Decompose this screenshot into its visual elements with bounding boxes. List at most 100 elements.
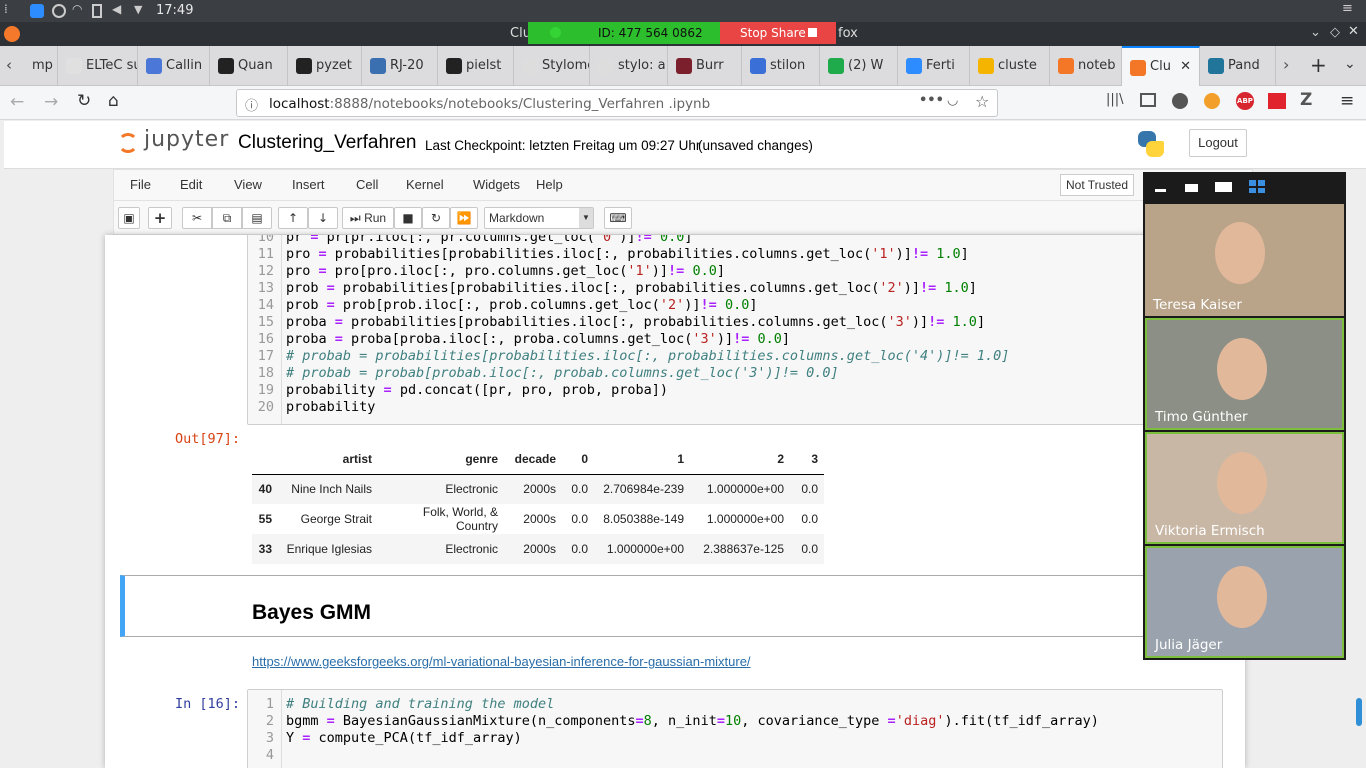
browser-tab[interactable]: Stylomet (514, 46, 590, 86)
line-number: 11 (257, 246, 274, 262)
browser-tab[interactable]: (2) W (820, 46, 898, 86)
tab-scroll-left-icon[interactable]: ‹ (6, 56, 12, 74)
meeting-id-banner[interactable]: ID: 477 564 0862 (528, 22, 720, 44)
code-cell-16[interactable]: 1234 # Building and training the model b… (247, 689, 1223, 768)
table-cell: 0.0 (801, 512, 818, 526)
browser-tab[interactable]: Quan (210, 46, 288, 86)
browser-tab[interactable]: cluste (970, 46, 1050, 86)
browser-tab[interactable]: stilon (742, 46, 820, 86)
jupyter-logo-icon[interactable] (116, 127, 140, 157)
gmm-reference-link[interactable]: https://www.geeksforgeeks.org/ml-variati… (252, 654, 751, 669)
bookmark-star-icon[interactable]: ☆ (975, 92, 989, 111)
library-icon[interactable]: |||\ (1106, 92, 1124, 107)
cut-icon[interactable]: ✂ (182, 207, 212, 229)
stop-share-button[interactable]: Stop Share (720, 22, 836, 44)
browser-tab[interactable]: mp (28, 46, 58, 86)
notebook-name[interactable]: Clustering_Verfahren (238, 132, 417, 154)
code-cell-97[interactable]: 10 11 12 13 14 15 16 17 18 19 20 pr = pr[pr.iloc[:… (247, 235, 1245, 425)
menu-view[interactable]: View (234, 170, 262, 200)
browser-tab[interactable]: Burr (668, 46, 742, 86)
tab-label: (2) W (848, 58, 884, 73)
participant-video[interactable]: Teresa Kaiser (1145, 204, 1344, 316)
browser-tab[interactable]: RJ-20 (362, 46, 438, 86)
tab-scroll-right-icon[interactable]: › (1283, 55, 1289, 74)
menu-edit[interactable]: Edit (180, 170, 202, 200)
forward-icon[interactable]: → (44, 92, 58, 112)
page-scrollbar[interactable] (1356, 698, 1362, 726)
save-icon[interactable]: ▣ (118, 207, 140, 229)
page-actions-icon[interactable]: ••• (919, 93, 944, 108)
tab-label: noteb (1078, 58, 1116, 73)
clipboard-icon[interactable] (92, 4, 102, 18)
reload-icon[interactable]: ↻ (77, 91, 91, 111)
tab-label: Ferti (926, 58, 955, 73)
participant-video[interactable]: Timo Günther (1145, 318, 1344, 430)
menu-cell[interactable]: Cell (356, 170, 378, 200)
info-icon[interactable]: ⓘ (245, 95, 258, 114)
url-bar[interactable]: ⓘ localhost:8888/notebooks/notebooks/Clu… (236, 89, 998, 117)
restart-icon[interactable]: ↻ (422, 207, 450, 229)
browser-tab[interactable]: Pand (1200, 46, 1276, 86)
pocket-icon[interactable]: ◡ (947, 93, 958, 108)
column-header: artist (278, 444, 378, 475)
new-tab-icon[interactable]: + (1310, 53, 1327, 77)
browser-tab[interactable]: noteb (1050, 46, 1122, 86)
translate-icon[interactable] (1268, 93, 1286, 109)
insert-cell-icon[interactable]: + (148, 207, 172, 229)
back-icon[interactable]: ← (10, 92, 24, 112)
close-tab-icon[interactable]: ✕ (1180, 48, 1191, 86)
menu-widgets[interactable]: Widgets (473, 170, 520, 200)
browser-tab[interactable]: Callin (138, 46, 210, 86)
browser-tab[interactable]: ELTeC su (58, 46, 138, 86)
participant-video[interactable]: Julia Jäger (1145, 546, 1344, 658)
menu-insert[interactable]: Insert (292, 170, 325, 200)
menu-kernel[interactable]: Kernel (406, 170, 444, 200)
browser-tab[interactable]: pielst (438, 46, 514, 86)
gallery-small-icon[interactable] (1215, 182, 1232, 192)
minimize-icon[interactable]: ⌄ (1310, 25, 1321, 40)
menu-file[interactable]: File (130, 170, 151, 200)
participant-video[interactable]: Viktoria Ermisch (1145, 432, 1344, 544)
gallery-view-icon[interactable] (1249, 180, 1265, 193)
paste-icon[interactable]: ▤ (242, 207, 272, 229)
run-button[interactable]: ⏭ Run (342, 207, 394, 229)
wifi-icon[interactable]: ◠ (72, 2, 86, 16)
maximize-icon[interactable]: ◇ (1330, 25, 1340, 40)
list-all-tabs-icon[interactable]: ⌄ (1344, 56, 1356, 72)
volume-icon[interactable]: ◀ (112, 2, 126, 16)
interrupt-icon[interactable]: ■ (394, 207, 422, 229)
sidebar-icon[interactable] (1140, 93, 1156, 107)
column-header: decade (504, 444, 562, 475)
jupyter-logo-text[interactable]: jupyter (144, 127, 229, 152)
logout-button[interactable]: Logout (1189, 129, 1247, 157)
not-trusted-button[interactable]: Not Trusted (1060, 174, 1135, 196)
move-down-icon[interactable]: ↓ (308, 207, 338, 229)
minimize-video-icon[interactable] (1155, 189, 1166, 192)
jupyter-header: jupyter Clustering_Verfahren Last Checkp… (4, 121, 1366, 169)
close-window-icon[interactable]: ✕ (1348, 24, 1359, 39)
adblock-icon[interactable]: ABP (1236, 92, 1254, 110)
browser-tab[interactable]: stylo: a p (590, 46, 668, 86)
account-icon[interactable] (1172, 93, 1188, 109)
command-palette-icon[interactable]: ⌨ (604, 207, 632, 229)
zoom-tray-icon[interactable] (30, 4, 44, 18)
restart-run-all-icon[interactable]: ⏩ (450, 207, 478, 229)
network-icon[interactable]: ▼ (134, 3, 148, 17)
active-speaker-icon[interactable] (1185, 184, 1198, 192)
hamburger-menu-icon[interactable]: ≡ (1340, 91, 1354, 111)
cell-type-select[interactable]: Markdown ▼ (484, 207, 594, 229)
extension-icon[interactable] (1204, 93, 1220, 109)
move-up-icon[interactable]: ↑ (278, 207, 308, 229)
browser-tab[interactable]: Ferti (898, 46, 970, 86)
copy-icon[interactable]: ⧉ (212, 207, 242, 229)
home-icon[interactable]: ⌂ (108, 91, 119, 111)
apps-icon[interactable]: ⁞ (4, 2, 18, 16)
zotero-icon[interactable]: Z (1300, 90, 1312, 110)
menu-help[interactable]: Help (536, 170, 563, 200)
tab-active[interactable]: Clu ✕ (1122, 46, 1200, 86)
browser-tab[interactable]: pyzet (288, 46, 362, 86)
accessibility-icon[interactable] (52, 4, 66, 18)
menu-icon[interactable]: ≡ (1342, 1, 1353, 16)
checkpoint-status: Last Checkpoint: letzten Freitag um 09:2… (425, 138, 701, 153)
tab-label: Callin (166, 58, 203, 73)
